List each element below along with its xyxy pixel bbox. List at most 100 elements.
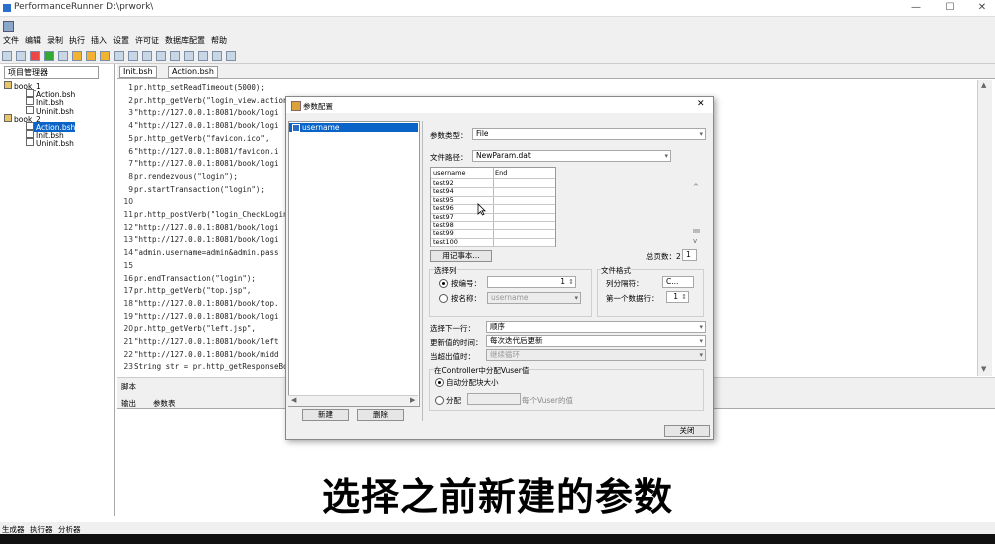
- param-list-hscroll[interactable]: ◀ ▶: [288, 395, 418, 406]
- menu-license[interactable]: 许可证: [135, 35, 159, 46]
- editor-scrollbar[interactable]: ▲ ▼: [977, 80, 992, 376]
- close-window-button[interactable]: ✕: [972, 2, 992, 13]
- param-list: username: [288, 121, 420, 407]
- outdent-icon[interactable]: [184, 51, 194, 61]
- delete-param-button[interactable]: 删除: [357, 409, 404, 421]
- script-label: 脚本: [121, 382, 136, 391]
- code-line: pr.startTransaction("login");: [134, 184, 265, 194]
- record-icon[interactable]: [30, 51, 40, 61]
- code-line: String str = pr.http_getResponseBody: [134, 362, 297, 372]
- tab-action-label: Action.bsh: [172, 67, 214, 76]
- tab-output[interactable]: 输出: [121, 398, 136, 409]
- grid-row[interactable]: test100: [431, 238, 555, 248]
- menu-settings[interactable]: 设置: [113, 35, 129, 46]
- parameter-icon[interactable]: [128, 51, 138, 61]
- scroll-left-icon[interactable]: ◀: [291, 396, 296, 404]
- alloc-radio[interactable]: [435, 396, 444, 405]
- tree-file[interactable]: Uninit.bsh: [26, 138, 74, 148]
- menu-record[interactable]: 录制: [47, 35, 63, 46]
- param-data-grid[interactable]: username End test92 test94 test95 test96 test9…: [430, 167, 556, 248]
- total-cols-field: 1: [682, 249, 697, 261]
- code-line: "http://127.0.0.1:8081/book/logi: [134, 222, 279, 232]
- folder-icon: [4, 81, 12, 89]
- dialog-icon: [291, 101, 301, 111]
- line-number: 10: [123, 197, 133, 207]
- auto-alloc-radio[interactable]: [435, 378, 444, 387]
- grid-scroll-down-icon[interactable]: v: [693, 237, 697, 245]
- scroll-up-icon[interactable]: ▲: [981, 81, 986, 89]
- line-number: 19: [123, 311, 133, 321]
- rendezvous-icon[interactable]: [86, 51, 96, 61]
- minimize-button[interactable]: —: [906, 2, 926, 13]
- dialog-close-icon[interactable]: ✕: [697, 99, 705, 109]
- menu-insert[interactable]: 插入: [91, 35, 107, 46]
- checkpoint-icon[interactable]: [100, 51, 110, 61]
- stepper-icon[interactable]: ⇕: [568, 277, 574, 287]
- code-line: pr.rendezvous("login");: [134, 171, 238, 181]
- small-toolbar: [0, 17, 995, 35]
- dialog-close-button[interactable]: 关闭: [664, 425, 710, 437]
- stepper-icon[interactable]: ⇕: [681, 292, 687, 302]
- code-line: "http://127.0.0.1:8081/book/logi: [134, 311, 279, 321]
- replace-icon[interactable]: [156, 51, 166, 61]
- comment-icon[interactable]: [114, 51, 124, 61]
- menu-run[interactable]: 执行: [69, 35, 85, 46]
- col-sep-select[interactable]: C...: [662, 276, 694, 288]
- menu-db-config[interactable]: 数据库配置: [165, 35, 205, 46]
- tab-action-bsh[interactable]: Action.bsh: [168, 66, 218, 78]
- by-number-radio[interactable]: [439, 279, 448, 288]
- line-number: 14: [123, 248, 133, 258]
- grid-cell-username: test92: [433, 179, 454, 187]
- by-name-radio[interactable]: [439, 294, 448, 303]
- scroll-right-icon[interactable]: ▶: [410, 396, 415, 404]
- scroll-down-icon[interactable]: ▼: [981, 365, 986, 373]
- update-select[interactable]: 每次迭代后更新 ▾: [486, 335, 706, 347]
- chevron-down-icon: ▾: [574, 294, 578, 302]
- stop-icon[interactable]: [58, 51, 68, 61]
- report-icon[interactable]: [226, 51, 236, 61]
- first-row-stepper[interactable]: 1 ⇕: [666, 291, 689, 303]
- code-line: "http://127.0.0.1:8081/book/logi: [134, 159, 279, 169]
- grid-icon[interactable]: [198, 51, 208, 61]
- out-of-values-select[interactable]: 继续循环 ▾: [486, 349, 706, 361]
- grid-scroll-up-icon[interactable]: ^: [693, 183, 699, 191]
- by-number-stepper[interactable]: 1 ⇕: [487, 276, 576, 288]
- app-icon: [3, 4, 11, 12]
- indent-icon[interactable]: [170, 51, 180, 61]
- new-param-button[interactable]: 新建: [302, 409, 349, 421]
- line-number: 23: [123, 362, 133, 372]
- save-all-icon[interactable]: [16, 51, 26, 61]
- settings-icon[interactable]: [212, 51, 222, 61]
- file-icon: [26, 89, 34, 98]
- out-of-values-value: 继续循环: [490, 350, 520, 359]
- auto-alloc-label: 自动分配块大小: [446, 378, 499, 387]
- menu-edit[interactable]: 编辑: [25, 35, 41, 46]
- by-number-value: 1: [560, 277, 565, 286]
- file-path-value: NewParam.dat: [476, 151, 531, 160]
- transaction-icon[interactable]: [72, 51, 82, 61]
- play-icon[interactable]: [44, 51, 54, 61]
- menu-help[interactable]: 帮助: [211, 35, 227, 46]
- file-icon: [26, 105, 34, 114]
- tab-param-table[interactable]: 参数表: [153, 398, 176, 409]
- param-type-select[interactable]: File ▾: [472, 128, 706, 140]
- editor-tabs: [117, 64, 995, 79]
- find-icon[interactable]: [142, 51, 152, 61]
- tab-init-bsh[interactable]: Init.bsh: [119, 66, 157, 78]
- save-icon[interactable]: [2, 51, 12, 61]
- file-path-select[interactable]: NewParam.dat ▾: [472, 150, 671, 162]
- tab-project-manager[interactable]: 项目管理器: [4, 66, 99, 79]
- document-icon[interactable]: [3, 21, 14, 32]
- code-line: "http://127.0.0.1:8081/book/logi: [134, 121, 279, 131]
- maximize-button[interactable]: ☐: [940, 2, 960, 13]
- next-row-select[interactable]: 顺序 ▾: [486, 321, 706, 333]
- line-number: 4: [128, 121, 133, 131]
- grid-scrollbar[interactable]: ^ v: [692, 167, 702, 245]
- alloc-field[interactable]: [467, 393, 521, 405]
- param-item-username[interactable]: username: [289, 123, 418, 132]
- menu-file[interactable]: 文件: [3, 35, 19, 46]
- open-notepad-button[interactable]: 用记事本...: [430, 250, 492, 262]
- grid-scroll-thumb[interactable]: [693, 229, 700, 233]
- by-name-select[interactable]: username ▾: [487, 292, 581, 304]
- grid-cell-username: test99: [433, 229, 454, 238]
